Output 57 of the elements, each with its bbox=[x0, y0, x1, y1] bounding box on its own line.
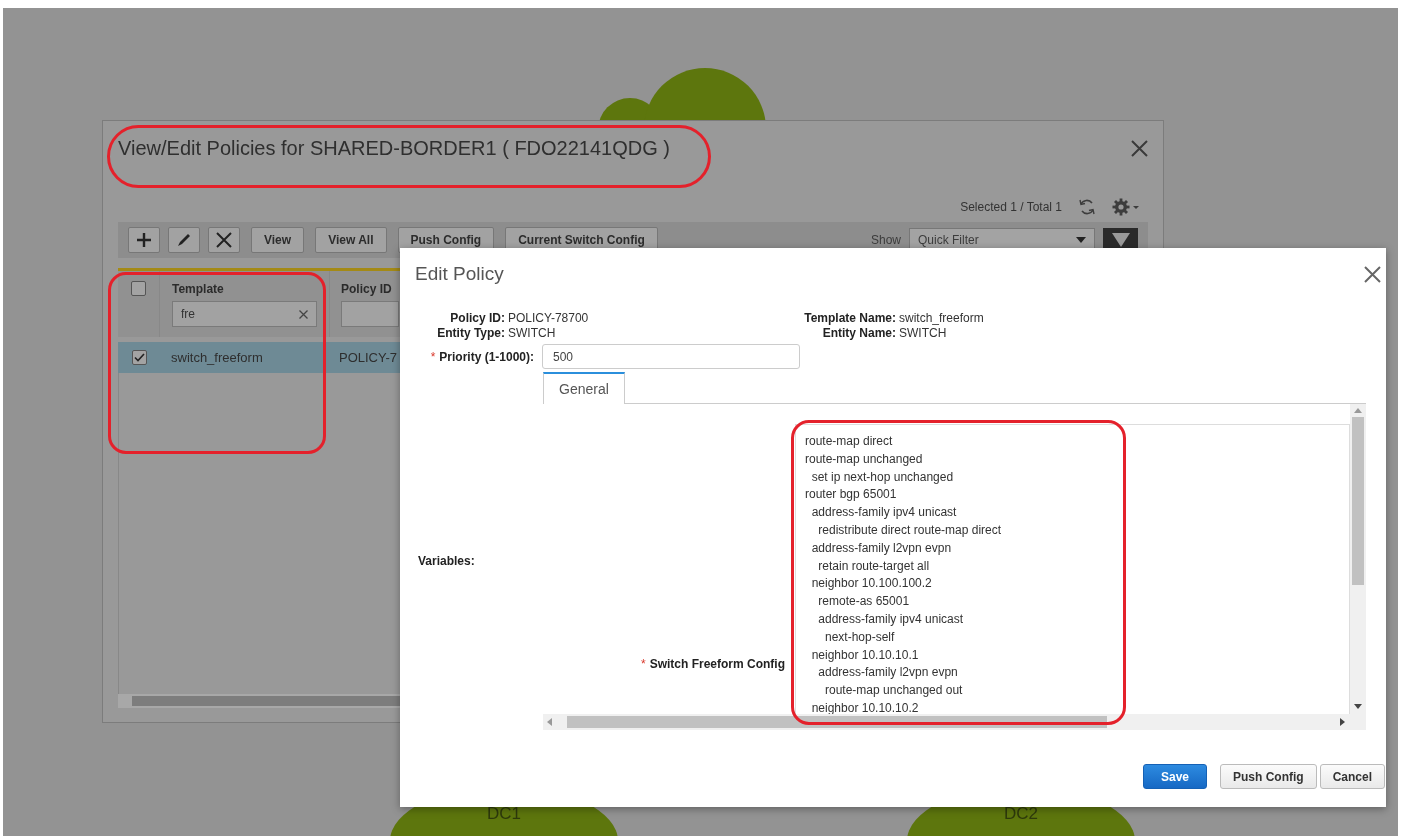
field-value: SWITCH bbox=[508, 326, 556, 341]
field-value: POLICY-78700 bbox=[508, 311, 589, 326]
arrow-up-icon bbox=[1354, 408, 1362, 413]
arrow-left-icon bbox=[547, 718, 552, 726]
column-header: Policy ID bbox=[341, 281, 393, 297]
arrow-down-icon bbox=[1354, 704, 1362, 709]
refresh-icon bbox=[1078, 198, 1096, 216]
scrollbar[interactable] bbox=[543, 714, 1350, 730]
field-label: Template Name: bbox=[803, 311, 896, 326]
edit-button[interactable] bbox=[168, 227, 200, 253]
priority-field[interactable]: 500 bbox=[542, 344, 800, 369]
site-label: DC2 bbox=[1004, 805, 1038, 823]
column-header: Template bbox=[172, 281, 225, 297]
dialog-title: View/Edit Policies for SHARED-BORDER1 ( FDO22141QDG ) bbox=[118, 136, 670, 161]
dialog-button[interactable]: Push Config bbox=[1219, 764, 1317, 789]
field-label: Priority (1-1000): bbox=[439, 348, 534, 366]
settings-button[interactable] bbox=[1112, 198, 1140, 216]
pencil-icon bbox=[176, 232, 192, 248]
required-mark: * bbox=[430, 348, 436, 366]
caret-icon bbox=[1076, 237, 1086, 243]
field-label: Switch Freeform Config bbox=[649, 656, 785, 673]
field-value: switch_freeform bbox=[899, 311, 984, 326]
close-icon bbox=[1131, 139, 1148, 157]
field-label: Policy ID: bbox=[449, 311, 505, 326]
field-label: Variables: bbox=[418, 553, 475, 570]
check-icon bbox=[133, 353, 145, 362]
required-mark: * bbox=[641, 656, 646, 673]
field-label: Entity Name: bbox=[821, 326, 896, 341]
filter-field[interactable] bbox=[341, 301, 399, 327]
field-value: SWITCH bbox=[899, 326, 947, 341]
close-button[interactable] bbox=[1364, 265, 1381, 283]
dialog-title: Edit Policy bbox=[415, 262, 504, 286]
filter-field[interactable]: fre bbox=[172, 301, 317, 327]
scrollbar[interactable] bbox=[1350, 404, 1366, 714]
dialog-button[interactable]: Cancel bbox=[1319, 764, 1385, 789]
checkbox[interactable] bbox=[131, 350, 147, 365]
selection-summary: Selected 1 / Total 1 bbox=[960, 199, 1062, 216]
clear-icon bbox=[299, 309, 308, 319]
table-cell-text: switch_freeform bbox=[170, 348, 264, 367]
show-label: Show bbox=[870, 232, 901, 249]
tab[interactable]: General bbox=[543, 372, 625, 404]
save-button[interactable]: Save bbox=[1142, 764, 1207, 789]
field-label: Entity Type: bbox=[436, 326, 505, 341]
site-label: DC1 bbox=[487, 805, 521, 823]
close-icon bbox=[1364, 265, 1381, 283]
close-button[interactable] bbox=[1131, 139, 1148, 157]
plus-icon bbox=[136, 232, 152, 248]
table-cell-text: POLICY-7 bbox=[338, 348, 398, 367]
add-button[interactable] bbox=[128, 227, 160, 253]
arrow-right-icon bbox=[1340, 718, 1345, 726]
delete-button[interactable] bbox=[208, 227, 240, 253]
checkbox[interactable] bbox=[131, 281, 146, 296]
toolbar-button[interactable]: View bbox=[251, 227, 305, 253]
toolbar-button[interactable]: View All bbox=[315, 227, 387, 253]
refresh-button[interactable] bbox=[1078, 198, 1096, 216]
close-icon bbox=[216, 232, 232, 248]
gear-icon bbox=[1112, 198, 1140, 216]
